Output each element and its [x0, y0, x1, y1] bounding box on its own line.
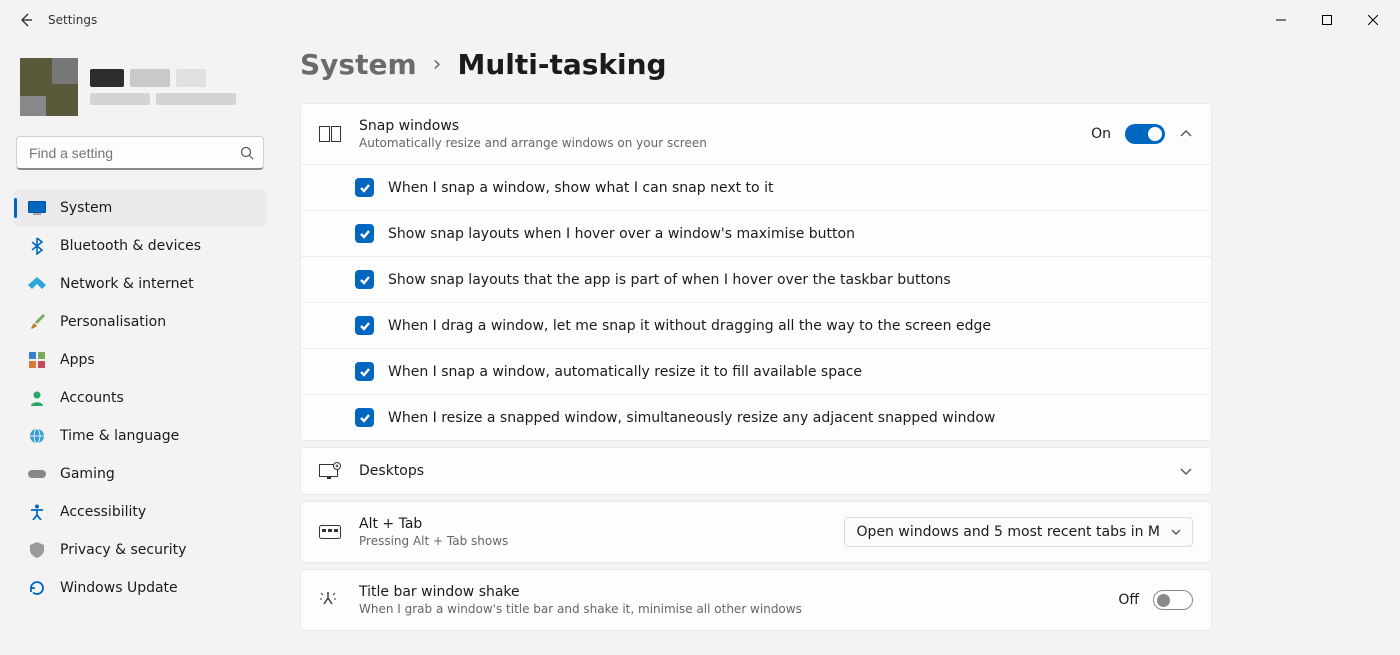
checkbox-icon[interactable]: [355, 270, 374, 289]
snap-option-3[interactable]: When I drag a window, let me snap it wit…: [301, 302, 1211, 348]
display-icon: [28, 199, 46, 217]
snap-option-5[interactable]: When I resize a snapped window, simultan…: [301, 394, 1211, 440]
chevron-down-icon: [1179, 464, 1193, 478]
nav-apps[interactable]: Apps: [14, 342, 266, 378]
row-desc: Automatically resize and arrange windows…: [359, 136, 1073, 150]
snap-option-4[interactable]: When I snap a window, automatically resi…: [301, 348, 1211, 394]
nav-network[interactable]: Network & internet: [14, 266, 266, 302]
search-icon: [240, 146, 254, 160]
nav-accounts[interactable]: Accounts: [14, 380, 266, 416]
globe-icon: [28, 427, 46, 445]
shield-icon: [28, 541, 46, 559]
checkbox-icon[interactable]: [355, 224, 374, 243]
checkbox-icon[interactable]: [355, 408, 374, 427]
select-value: Open windows and 5 most recent tabs in M: [857, 524, 1160, 540]
checkbox-icon[interactable]: [355, 178, 374, 197]
option-label: When I snap a window, show what I can sn…: [388, 180, 773, 196]
nav-label: System: [60, 200, 112, 216]
nav-update[interactable]: Windows Update: [14, 570, 266, 606]
update-icon: [28, 579, 46, 597]
option-label: Show snap layouts that the app is part o…: [388, 272, 951, 288]
accessibility-icon: [28, 503, 46, 521]
content: System › Multi-tasking Snap windows Auto…: [280, 40, 1400, 655]
snap-option-2[interactable]: Show snap layouts that the app is part o…: [301, 256, 1211, 302]
snap-option-1[interactable]: Show snap layouts when I hover over a wi…: [301, 210, 1211, 256]
nav-accessibility[interactable]: Accessibility: [14, 494, 266, 530]
titlebar-shake-card: Title bar window shake When I grab a win…: [300, 569, 1212, 631]
account-block[interactable]: [20, 58, 266, 116]
checkbox-icon[interactable]: [355, 362, 374, 381]
alttab-card: Alt + Tab Pressing Alt + Tab shows Open …: [300, 501, 1212, 563]
row-desc: Pressing Alt + Tab shows: [359, 534, 826, 548]
sidebar: System Bluetooth & devices Network & int…: [0, 40, 280, 655]
nav-label: Personalisation: [60, 314, 166, 330]
desktops-icon: [319, 462, 341, 480]
apps-icon: [28, 351, 46, 369]
nav-label: Network & internet: [60, 276, 194, 292]
row-desc: When I grab a window's title bar and sha…: [359, 602, 1100, 616]
nav-label: Accounts: [60, 390, 124, 406]
snap-option-0[interactable]: When I snap a window, show what I can sn…: [301, 164, 1211, 210]
snap-windows-card: Snap windows Automatically resize and ar…: [300, 103, 1212, 441]
wifi-icon: [28, 275, 46, 293]
nav: System Bluetooth & devices Network & int…: [14, 190, 266, 606]
nav-system[interactable]: System: [14, 190, 266, 226]
titlebar: Settings: [0, 0, 1400, 40]
minimize-button[interactable]: [1258, 4, 1304, 36]
nav-privacy[interactable]: Privacy & security: [14, 532, 266, 568]
desktops-card[interactable]: Desktops: [300, 447, 1212, 495]
option-label: When I snap a window, automatically resi…: [388, 364, 862, 380]
window-controls: [1258, 4, 1396, 36]
nav-gaming[interactable]: Gaming: [14, 456, 266, 492]
nav-label: Windows Update: [60, 580, 178, 596]
maximize-button[interactable]: [1304, 4, 1350, 36]
shake-icon: [319, 590, 341, 610]
nav-label: Time & language: [60, 428, 179, 444]
nav-personalisation[interactable]: Personalisation: [14, 304, 266, 340]
search-box[interactable]: [16, 136, 264, 170]
nav-label: Privacy & security: [60, 542, 186, 558]
shake-toggle[interactable]: [1153, 590, 1193, 610]
window-title: Settings: [48, 13, 97, 27]
option-label: When I drag a window, let me snap it wit…: [388, 318, 991, 334]
toggle-state: On: [1091, 126, 1111, 142]
chevron-up-icon[interactable]: [1179, 127, 1193, 141]
checkbox-icon[interactable]: [355, 316, 374, 335]
nav-time[interactable]: Time & language: [14, 418, 266, 454]
controller-icon: [28, 465, 46, 483]
row-title: Alt + Tab: [359, 516, 826, 532]
paintbrush-icon: [28, 313, 46, 331]
breadcrumb: System › Multi-tasking: [300, 48, 1380, 81]
option-label: When I resize a snapped window, simultan…: [388, 410, 995, 426]
nav-bluetooth[interactable]: Bluetooth & devices: [14, 228, 266, 264]
avatar: [20, 58, 78, 116]
nav-label: Bluetooth & devices: [60, 238, 201, 254]
nav-label: Accessibility: [60, 504, 146, 520]
close-button[interactable]: [1350, 4, 1396, 36]
row-title: Snap windows: [359, 118, 1073, 134]
toggle-state: Off: [1118, 592, 1139, 608]
nav-label: Gaming: [60, 466, 115, 482]
account-text: [90, 69, 266, 105]
search-input[interactable]: [16, 136, 264, 170]
nav-label: Apps: [60, 352, 95, 368]
person-icon: [28, 389, 46, 407]
bluetooth-icon: [28, 237, 46, 255]
row-title: Desktops: [359, 463, 1161, 479]
snap-toggle[interactable]: [1125, 124, 1165, 144]
row-title: Title bar window shake: [359, 584, 1100, 600]
chevron-down-icon: [1170, 526, 1182, 538]
option-label: Show snap layouts when I hover over a wi…: [388, 226, 855, 242]
alttab-select[interactable]: Open windows and 5 most recent tabs in M: [844, 517, 1193, 547]
snap-windows-header[interactable]: Snap windows Automatically resize and ar…: [301, 104, 1211, 164]
breadcrumb-parent[interactable]: System: [300, 48, 417, 81]
page-title: Multi-tasking: [457, 48, 666, 81]
alttab-icon: [319, 525, 341, 539]
snap-icon: [319, 126, 341, 142]
back-button[interactable]: [12, 6, 40, 34]
chevron-right-icon: ›: [433, 52, 442, 77]
